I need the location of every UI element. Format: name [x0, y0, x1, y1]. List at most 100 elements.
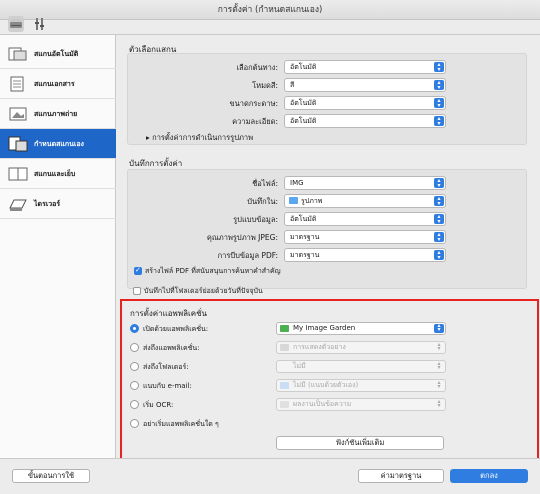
select-paper-size[interactable]: อัตโนมัติ ▴ ▾ — [284, 96, 446, 110]
radio-send-to-app[interactable] — [130, 343, 139, 352]
radio-row-send-to-folder[interactable]: ส่งถึงโฟลเดอร์: ไม่มี ▴ ▾ — [130, 360, 530, 376]
select-value: มาตรฐาน — [290, 251, 320, 259]
select-value: อัตโนมัติ — [290, 215, 317, 223]
button-label: ฟังก์ชันเพิ่มเติม — [335, 438, 385, 447]
sidebar-item-label: ไดรเวอร์ — [34, 200, 61, 208]
sidebar-item-auto-scan[interactable]: สแกนอัตโนมัติ — [0, 39, 116, 69]
application-settings-group: การตั้งค่าแอพพลิเคชั่น เปิดด้วยแอพพลิเคช… — [120, 299, 539, 460]
field-label: ขนาดกระดาษ: — [229, 99, 279, 108]
radio-no-app[interactable] — [130, 419, 139, 428]
select-value: รูปภาพ — [301, 197, 323, 205]
sidebar-item-document-scan[interactable]: สแกนเอกสาร — [0, 69, 116, 99]
expander-label: การตั้งค่าการดำเนินการรูปภาพ — [152, 133, 254, 142]
checkbox-searchable-pdf[interactable] — [134, 266, 142, 275]
select-arrow-icon: ▴ ▾ — [434, 196, 444, 207]
select-data-format[interactable]: อัตโนมัติ ▴ ▾ — [284, 212, 446, 226]
select-arrow-icon: ▴ ▾ — [434, 80, 444, 91]
radio-open-with-app[interactable] — [130, 324, 139, 333]
select-jpeg-quality[interactable]: มาตรฐาน ▴ ▾ — [284, 230, 446, 244]
select-arrow-icon: ▴ ▾ — [434, 178, 444, 189]
select-source[interactable]: อัตโนมัติ ▴ ▾ — [284, 60, 446, 74]
sidebar-item-label: สแกนอัตโนมัติ — [34, 50, 79, 58]
radio-label: แนบกับ e-mail: — [143, 382, 192, 390]
field-row-paper-size: ขนาดกระดาษ: อัตโนมัติ ▴ ▾ — [128, 96, 528, 112]
radio-row-send-to-app[interactable]: ส่งถึงแอพพลิเคชั่น: การแสดงตัวอย่าง ▴ ▾ — [130, 341, 530, 357]
field-value: IMG — [290, 179, 304, 187]
select-value: อัตโนมัติ — [290, 99, 317, 107]
checkbox-subfolder-date[interactable] — [133, 287, 141, 295]
select-arrow-icon: ▴ ▾ — [434, 98, 444, 109]
field-row-resolution: ความละเอียด: อัตโนมัติ ▴ ▾ — [128, 114, 528, 130]
scanner-icon[interactable] — [8, 16, 24, 32]
radio-label: เปิดด้วยแอพพลิเคชั่น: — [143, 325, 209, 333]
defaults-button[interactable]: ค่ามาตรฐาน — [358, 469, 444, 483]
select-arrow-icon: ▴ ▾ — [434, 323, 444, 333]
radio-row-open-with-app[interactable]: เปิดด้วยแอพพลิเคชั่น: My Image Garden ▴ ▾ — [130, 322, 530, 338]
select-open-with-app[interactable]: My Image Garden ▴ ▾ — [276, 322, 446, 335]
select-arrow-icon: ▴ ▾ — [437, 341, 441, 352]
ocr-output-icon — [280, 401, 289, 408]
select-value: การแสดงตัวอย่าง — [293, 343, 346, 351]
select-value: สี — [290, 81, 295, 89]
field-row-filename: ชื่อไฟล์: IMG ▴ ▾ — [128, 176, 528, 192]
scan-options-group: เลือกต้นทาง: อัตโนมัติ ▴ ▾ โหมดสี: สี ▴ ▾ ขน… — [127, 53, 527, 145]
stitch-scan-icon — [8, 166, 28, 182]
instructions-button[interactable]: ขั้นตอนการใช้ — [12, 469, 90, 483]
application-settings-title: การตั้งค่าแอพพลิเคชั่น — [130, 309, 207, 318]
select-arrow-icon: ▴ ▾ — [437, 379, 441, 390]
sidebar-item-label: กำหนดสแกนเอง — [34, 140, 84, 148]
field-label: โหมดสี: — [252, 81, 278, 90]
radio-attach-email[interactable] — [130, 381, 139, 390]
image-processing-expander[interactable]: ▸ การตั้งค่าการดำเนินการรูปภาพ — [146, 132, 253, 144]
sidebar-item-driver[interactable]: ไดรเวอร์ — [0, 189, 116, 219]
field-label: การบีบข้อมูล PDF: — [217, 251, 278, 260]
more-functions-button[interactable]: ฟังก์ชันเพิ่มเติม — [276, 436, 444, 450]
checkbox-row-searchable-pdf[interactable]: สร้างไฟล์ PDF ที่สนับสนุนการค้นหาคำสำคัญ — [134, 266, 281, 277]
radio-row-no-app[interactable]: อย่าเริ่มแอพพลิเคชั่นใด ๆ — [130, 417, 530, 433]
photo-scan-icon — [8, 106, 28, 122]
radio-start-ocr[interactable] — [130, 400, 139, 409]
select-save-in[interactable]: รูปภาพ ▴ ▾ — [284, 194, 446, 208]
field-row-source: เลือกต้นทาง: อัตโนมัติ ▴ ▾ — [128, 60, 528, 76]
select-value: อัตโนมัติ — [290, 63, 317, 71]
preview-app-icon — [280, 344, 289, 351]
radio-label: อย่าเริ่มแอพพลิเคชั่นใด ๆ — [143, 420, 219, 428]
select-arrow-icon: ▴ ▾ — [437, 360, 441, 371]
ok-button[interactable]: ตกลง — [450, 469, 528, 483]
sidebar-item-label: สแกนและเย็บ — [34, 170, 76, 178]
select-arrow-icon: ▴ ▾ — [434, 116, 444, 127]
checkbox-label: บันทึกไปที่โฟลเดอร์ย่อยด้วยวันที่ปัจจุบั… — [144, 287, 263, 295]
select-arrow-icon: ▴ ▾ — [434, 250, 444, 261]
field-label: เลือกต้นทาง: — [236, 63, 278, 72]
field-label: ชื่อไฟล์: — [252, 179, 278, 188]
select-resolution[interactable]: อัตโนมัติ ▴ ▾ — [284, 114, 446, 128]
driver-icon — [8, 196, 28, 212]
checkbox-label: สร้างไฟล์ PDF ที่สนับสนุนการค้นหาคำสำคัญ — [145, 267, 281, 275]
file-name-field[interactable]: IMG ▴ ▾ — [284, 176, 446, 190]
radio-row-start-ocr[interactable]: เริ่ม OCR: ผลงานเป็นข้อความ ▴ ▾ — [130, 398, 530, 414]
email-app-icon — [280, 382, 289, 389]
field-label: คุณภาพรูปภาพ JPEG: — [206, 233, 278, 242]
field-row-jpeg-quality: คุณภาพรูปภาพ JPEG: มาตรฐาน ▴ ▾ — [128, 230, 528, 246]
sidebar-item-label: สแกนภาพถ่าย — [34, 110, 78, 118]
button-label: ขั้นตอนการใช้ — [27, 471, 75, 480]
sidebar-item-custom-scan[interactable]: กำหนดสแกนเอง — [0, 129, 116, 159]
auto-scan-icon — [8, 46, 28, 62]
checkbox-row-subfolder-date[interactable]: บันทึกไปที่โฟลเดอร์ย่อยด้วยวันที่ปัจจุบั… — [133, 286, 263, 297]
button-label: ค่ามาตรฐาน — [380, 471, 422, 480]
field-label: บันทึกใน: — [247, 197, 278, 206]
select-arrow-icon: ▴ ▾ — [434, 232, 444, 243]
select-pdf-compression[interactable]: มาตรฐาน ▴ ▾ — [284, 248, 446, 262]
sidebar-item-photo-scan[interactable]: สแกนภาพถ่าย — [0, 99, 116, 129]
sidebar-item-stitch-scan[interactable]: สแกนและเย็บ — [0, 159, 116, 189]
field-row-save-in: บันทึกใน: รูปภาพ ▴ ▾ — [128, 194, 528, 210]
select-color-mode[interactable]: สี ▴ ▾ — [284, 78, 446, 92]
radio-send-to-folder[interactable] — [130, 362, 139, 371]
radio-row-attach-email[interactable]: แนบกับ e-mail: ไม่มี (แนบด้วยตัวเอง) ▴ ▾ — [130, 379, 530, 395]
select-arrow-icon: ▴ ▾ — [434, 62, 444, 73]
select-start-ocr: ผลงานเป็นข้อความ ▴ ▾ — [276, 398, 446, 411]
select-send-to-app: การแสดงตัวอย่าง ▴ ▾ — [276, 341, 446, 354]
tools-icon[interactable] — [32, 16, 48, 32]
document-scan-icon — [8, 76, 28, 92]
field-row-data-format: รูปแบบข้อมูล: อัตโนมัติ ▴ ▾ — [128, 212, 528, 228]
